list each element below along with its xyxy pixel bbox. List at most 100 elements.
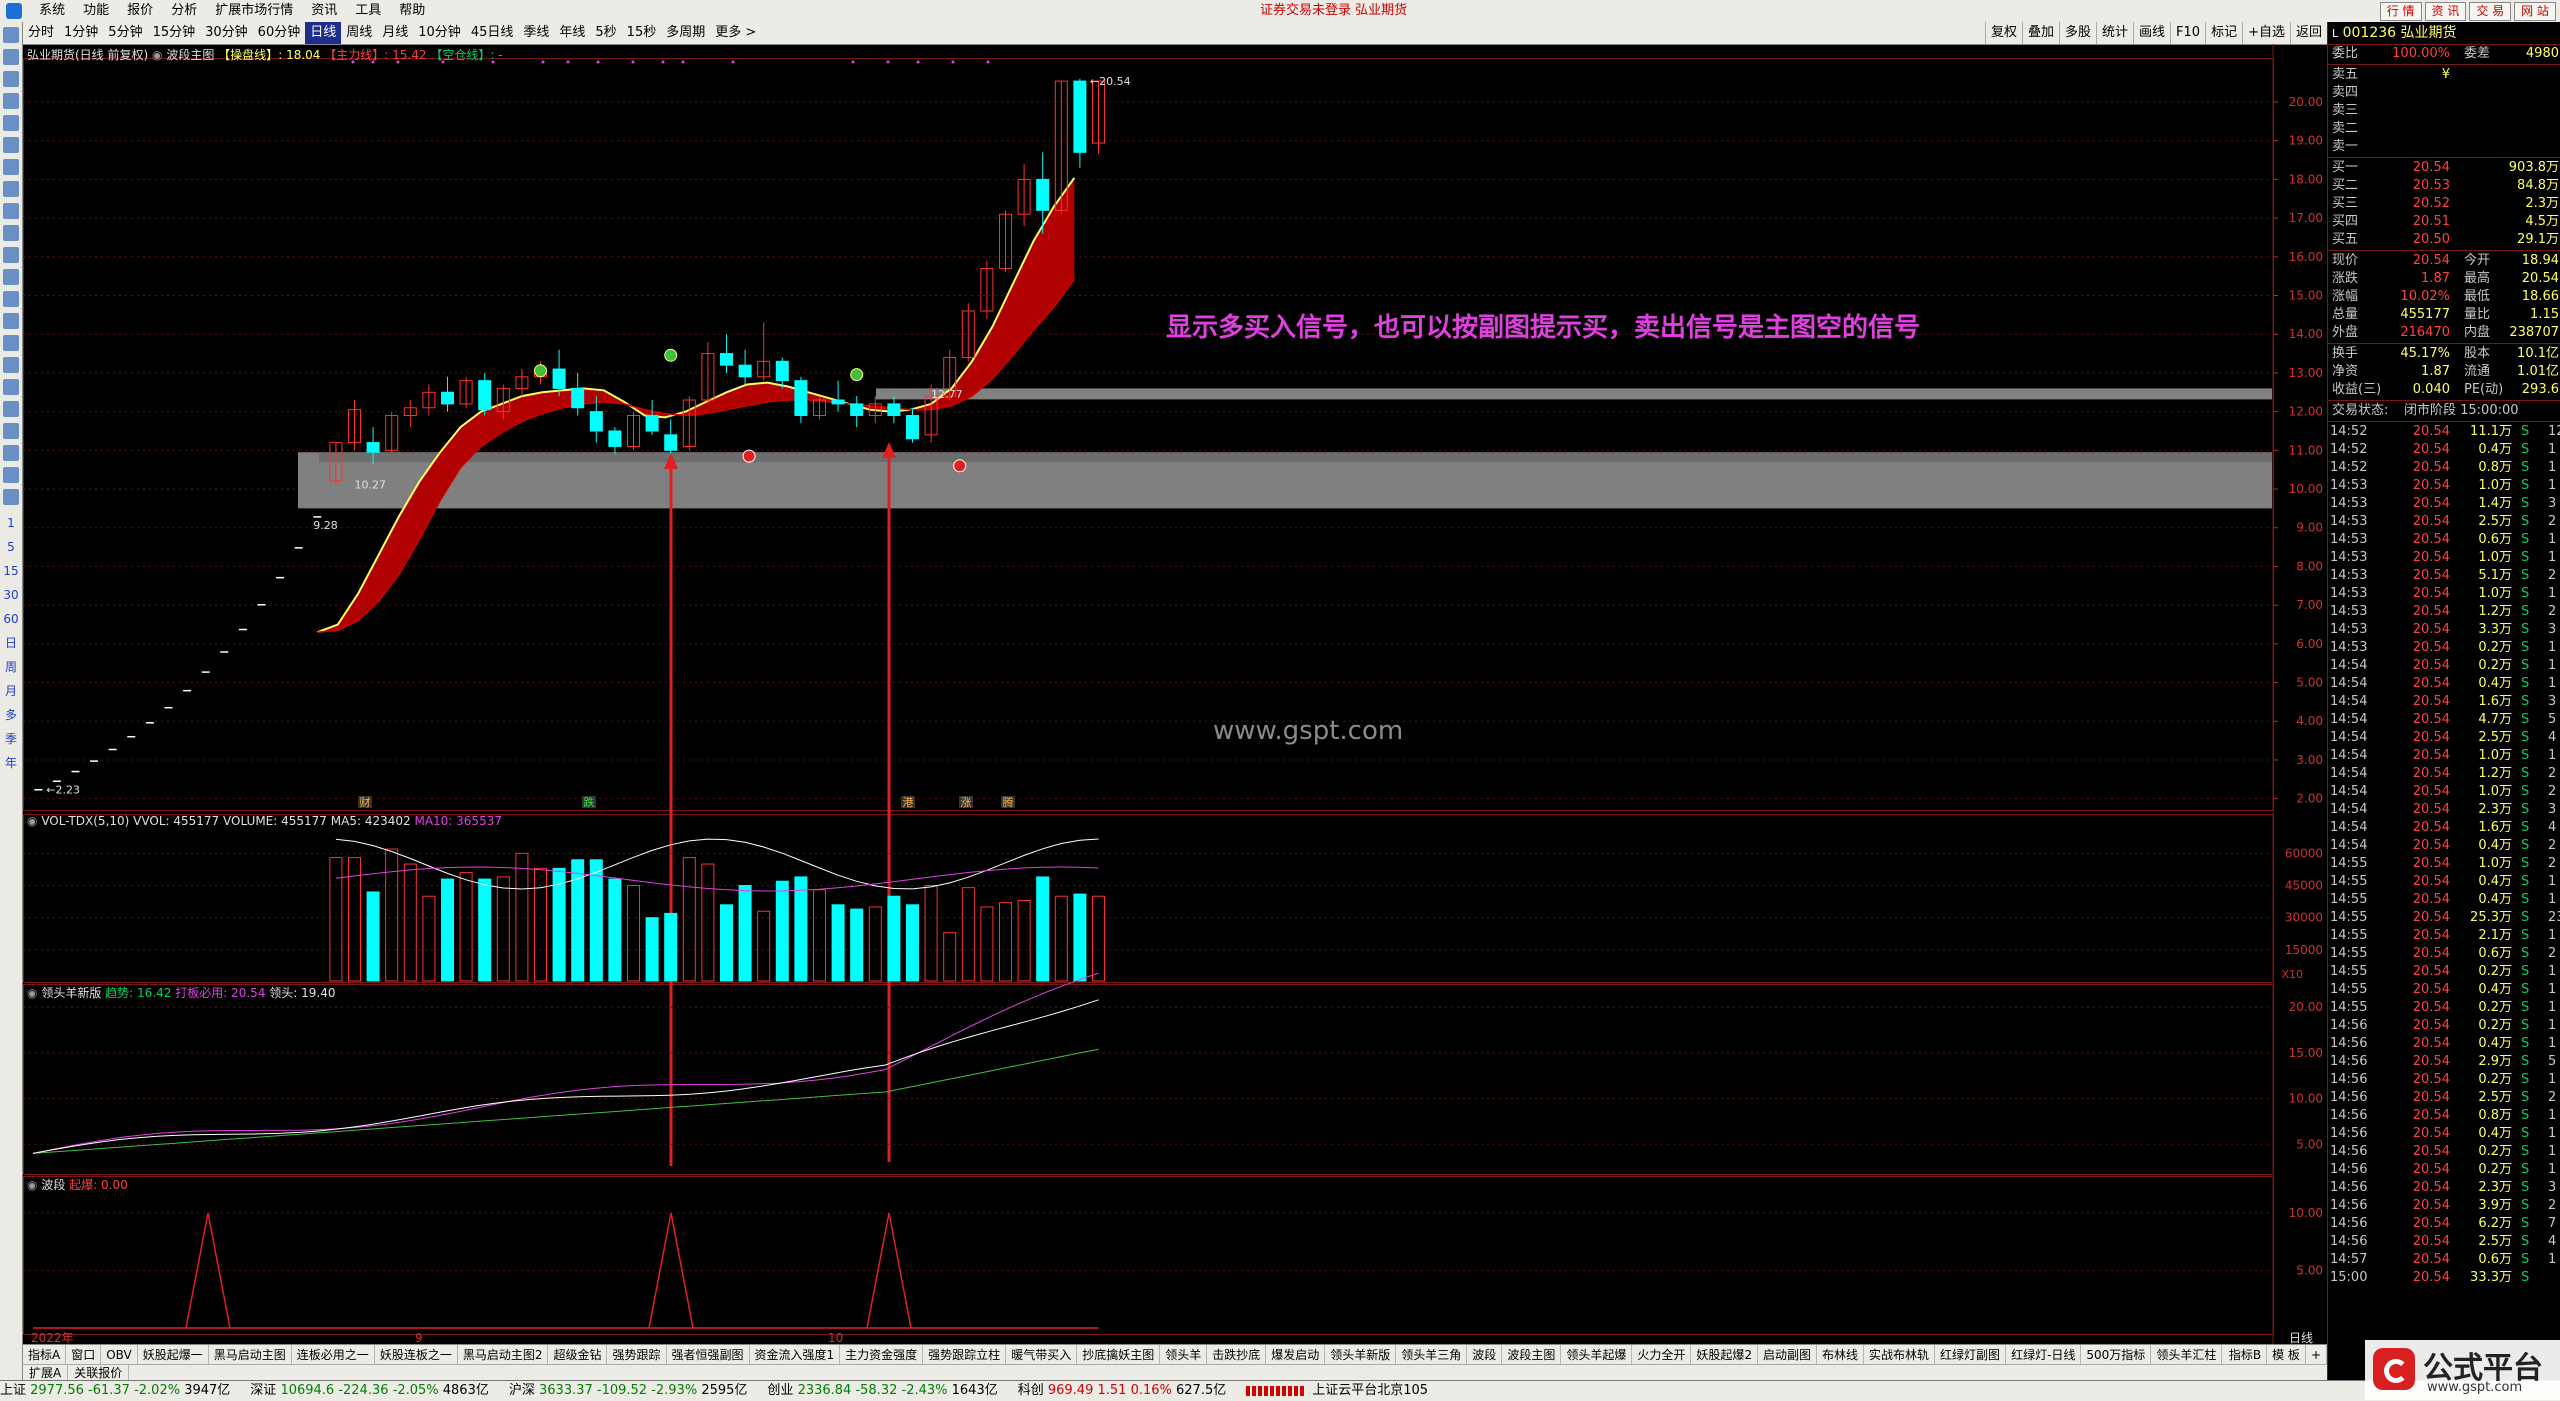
- period-tab-6[interactable]: 日线: [305, 22, 342, 44]
- chart-tool-3[interactable]: 统计: [2096, 22, 2133, 44]
- indicator4-name[interactable]: 波段: [41, 1178, 65, 1192]
- formula-dot-icon[interactable]: ◉: [27, 986, 37, 1000]
- toolbar-tool-icon[interactable]: [3, 445, 19, 461]
- toolbar-tool-icon[interactable]: [3, 467, 19, 483]
- extension-tab-1[interactable]: 关联报价: [68, 1365, 130, 1381]
- menu-item-0[interactable]: 系统: [30, 0, 74, 22]
- chart-tool-6[interactable]: 标记: [2205, 22, 2242, 44]
- toolbar-period-9[interactable]: 季: [0, 727, 22, 751]
- toolbar-period-6[interactable]: 周: [0, 655, 22, 679]
- toolbar-tool-icon[interactable]: [3, 71, 19, 87]
- toolbar-tool-icon[interactable]: [3, 93, 19, 109]
- stock-code[interactable]: 001236: [2343, 25, 2396, 41]
- top-button-2[interactable]: 交 易: [2469, 2, 2512, 21]
- indicator-tab-15[interactable]: 抄底擒妖主图: [1077, 1345, 1161, 1365]
- top-button-0[interactable]: 行 情: [2379, 2, 2422, 21]
- period-tab-3[interactable]: 15分钟: [148, 22, 201, 44]
- indicator-tab-20[interactable]: 领头羊三角: [1396, 1345, 1468, 1365]
- period-tab-14[interactable]: 15秒: [622, 22, 662, 44]
- indicator-tab-3[interactable]: 妖股起爆一: [138, 1345, 209, 1365]
- index-quote-2[interactable]: 沪深 3633.37 -109.52 -2.93% 2595亿: [509, 1381, 748, 1401]
- indicator-tab-0[interactable]: 指标A: [23, 1345, 67, 1365]
- period-tab-16[interactable]: 更多 >: [710, 22, 761, 44]
- period-tab-9[interactable]: 10分钟: [413, 22, 466, 44]
- toolbar-tool-icon[interactable]: [3, 335, 19, 351]
- toolbar-period-1[interactable]: 5: [0, 535, 22, 559]
- period-tab-11[interactable]: 季线: [518, 22, 554, 44]
- index-quote-3[interactable]: 创业 2336.84 -58.32 -2.43% 1643亿: [767, 1381, 997, 1401]
- indicator-tab-1[interactable]: 窗口: [66, 1345, 102, 1365]
- period-tab-4[interactable]: 30分钟: [200, 22, 253, 44]
- menu-item-5[interactable]: 资讯: [302, 0, 346, 22]
- menu-item-7[interactable]: 帮助: [390, 0, 434, 22]
- indicator-tab-18[interactable]: 爆发启动: [1266, 1345, 1326, 1365]
- toolbar-tool-icon[interactable]: [3, 357, 19, 373]
- chart-tool-0[interactable]: 复权: [1984, 22, 2022, 44]
- toolbar-tool-icon[interactable]: [3, 137, 19, 153]
- indicator-tab-12[interactable]: 主力资金强度: [840, 1345, 924, 1365]
- toolbar-tool-icon[interactable]: [3, 379, 19, 395]
- indicator-tab-29[interactable]: 红绿灯副图: [1935, 1345, 2007, 1365]
- indicator-tab-9[interactable]: 强势跟踪: [607, 1345, 667, 1365]
- indicator-tab-23[interactable]: 领头羊起爆: [1561, 1345, 1633, 1365]
- period-tab-1[interactable]: 1分钟: [59, 22, 103, 44]
- chart-tool-1[interactable]: 叠加: [2021, 22, 2059, 44]
- toolbar-tool-icon[interactable]: [3, 401, 19, 417]
- indicator-tab-13[interactable]: 强势跟踪立柱: [923, 1345, 1007, 1365]
- stock-name[interactable]: 弘业期货: [2401, 25, 2457, 41]
- period-tab-15[interactable]: 多周期: [661, 22, 710, 44]
- menu-item-6[interactable]: 工具: [346, 0, 390, 22]
- toolbar-period-4[interactable]: 60: [0, 607, 22, 631]
- period-tab-10[interactable]: 45日线: [466, 22, 519, 44]
- period-tab-8[interactable]: 月线: [377, 22, 413, 44]
- toolbar-tool-icon[interactable]: [3, 27, 19, 43]
- indicator-tab-7[interactable]: 黑马启动主图2: [458, 1345, 549, 1365]
- indicator-tab-2[interactable]: OBV: [101, 1345, 138, 1365]
- indicator-tab-11[interactable]: 资金流入强度1: [750, 1345, 841, 1365]
- chart-tool-5[interactable]: F10: [2170, 22, 2205, 44]
- toolbar-period-8[interactable]: 多: [0, 703, 22, 727]
- toolbar-period-7[interactable]: 月: [0, 679, 22, 703]
- formula-dot-icon[interactable]: ◉: [27, 814, 37, 828]
- toolbar-tool-icon[interactable]: [3, 489, 19, 505]
- extension-tab-0[interactable]: 扩展A: [23, 1365, 69, 1381]
- toolbar-tool-icon[interactable]: [3, 269, 19, 285]
- indicator-tab-14[interactable]: 暖气带买入: [1006, 1345, 1078, 1365]
- period-tab-13[interactable]: 5秒: [590, 22, 621, 44]
- toolbar-tool-icon[interactable]: [3, 203, 19, 219]
- indicator-tab-32[interactable]: 领头羊汇柱: [2151, 1345, 2223, 1365]
- menu-item-2[interactable]: 报价: [118, 0, 162, 22]
- formula-dot-icon[interactable]: ◉: [27, 1178, 37, 1192]
- toolbar-tool-icon[interactable]: [3, 313, 19, 329]
- toolbar-tool-icon[interactable]: [3, 159, 19, 175]
- index-quote-4[interactable]: 科创 969.49 1.51 0.16% 627.5亿: [1018, 1381, 1227, 1401]
- period-tab-12[interactable]: 年线: [554, 22, 590, 44]
- indicator-tab-right-2[interactable]: +: [2306, 1345, 2327, 1365]
- toolbar-tool-icon[interactable]: [3, 225, 19, 241]
- toolbar-period-3[interactable]: 30: [0, 583, 22, 607]
- indicator-tab-21[interactable]: 波段: [1467, 1345, 1503, 1365]
- toolbar-period-0[interactable]: 1: [0, 511, 22, 535]
- indicator-tab-10[interactable]: 强者恒强副图: [667, 1345, 750, 1365]
- indicator-tab-right-1[interactable]: 模 板: [2267, 1345, 2306, 1365]
- toolbar-tool-icon[interactable]: [3, 181, 19, 197]
- indicator-tab-28[interactable]: 实战布林轨: [1864, 1345, 1936, 1365]
- indicator-tab-17[interactable]: 击跌抄底: [1207, 1345, 1267, 1365]
- toolbar-period-5[interactable]: 日: [0, 631, 22, 655]
- indicator3-name[interactable]: 领头羊新版: [41, 986, 101, 1000]
- chart-tool-8[interactable]: 返回: [2289, 22, 2327, 44]
- top-button-1[interactable]: 资 讯: [2424, 2, 2467, 21]
- indicator-tab-4[interactable]: 黑马启动主图: [209, 1345, 292, 1365]
- indicator-tab-16[interactable]: 领头羊: [1160, 1345, 1208, 1365]
- toolbar-tool-icon[interactable]: [3, 49, 19, 65]
- toolbar-tool-icon[interactable]: [3, 423, 19, 439]
- toolbar-tool-icon[interactable]: [3, 291, 19, 307]
- indicator-tab-25[interactable]: 妖股起爆2: [1691, 1345, 1758, 1365]
- main-formula-name[interactable]: 波段主图: [166, 48, 214, 62]
- toolbar-period-10[interactable]: 年: [0, 751, 22, 775]
- indicator-tab-26[interactable]: 启动副图: [1758, 1345, 1818, 1365]
- period-tab-0[interactable]: 分时: [23, 22, 59, 44]
- indicator-tab-19[interactable]: 领头羊新版: [1325, 1345, 1397, 1365]
- indicator-tab-31[interactable]: 500万指标: [2081, 1345, 2152, 1365]
- indicator-tab-8[interactable]: 超级金钻: [548, 1345, 608, 1365]
